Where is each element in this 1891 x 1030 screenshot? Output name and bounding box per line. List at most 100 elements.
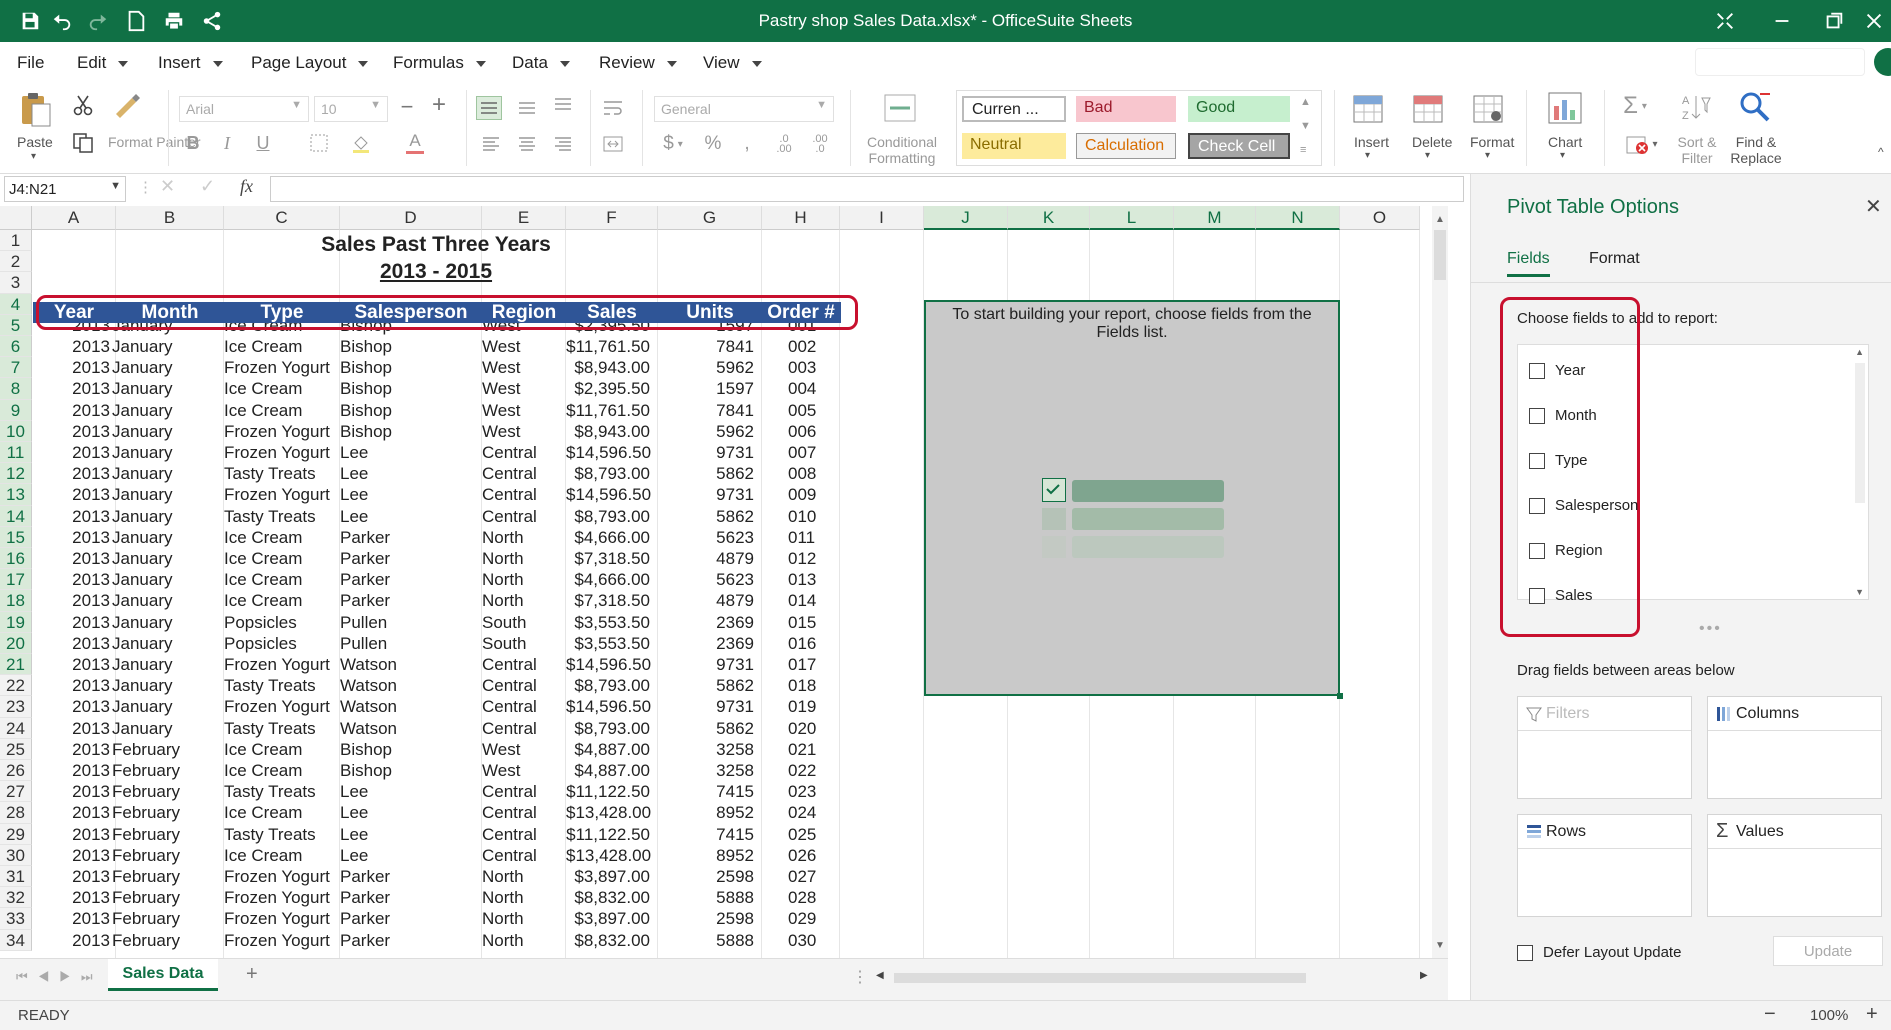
column-header-b[interactable]: B bbox=[116, 206, 224, 230]
column-header-f[interactable]: F bbox=[566, 206, 658, 230]
format-cells-icon[interactable] bbox=[1472, 92, 1504, 124]
row-header-12[interactable]: 12 bbox=[0, 463, 32, 485]
column-header-d[interactable]: D bbox=[340, 206, 482, 230]
vertical-scrollbar[interactable]: ▲ ▼ bbox=[1432, 206, 1448, 958]
zoom-level[interactable]: 100% bbox=[1810, 1007, 1848, 1024]
delete-cells-icon[interactable] bbox=[1412, 92, 1444, 124]
fullscreen-icon[interactable] bbox=[1713, 9, 1737, 33]
function-icon[interactable]: fx bbox=[240, 176, 253, 197]
currency-icon[interactable]: $ ▾ bbox=[658, 132, 688, 156]
column-header-i[interactable]: I bbox=[840, 206, 924, 230]
tab-format[interactable]: Format bbox=[1589, 250, 1640, 268]
font-size-select[interactable]: 10 ▼ bbox=[314, 96, 388, 122]
styles-expand-icon[interactable]: ≡ bbox=[1300, 142, 1306, 158]
autosum-icon[interactable]: Σ ▾ bbox=[1620, 92, 1650, 119]
menu-review[interactable]: Review bbox=[599, 53, 677, 73]
update-button[interactable]: Update bbox=[1773, 936, 1883, 966]
row-header-21[interactable]: 21 bbox=[0, 654, 32, 676]
hscrollbar-thumb[interactable] bbox=[894, 973, 1306, 983]
chart-dropdown-icon[interactable]: ▾ bbox=[1560, 148, 1565, 164]
account-avatar[interactable] bbox=[1874, 48, 1891, 76]
scroll-left-icon[interactable]: ◀ bbox=[876, 970, 884, 981]
field-checkbox-icon[interactable] bbox=[1529, 542, 1545, 559]
column-header-e[interactable]: E bbox=[482, 206, 566, 230]
field-type[interactable]: Type bbox=[1529, 452, 1588, 469]
tab-splitter-icon[interactable]: ⋮ bbox=[852, 967, 868, 987]
column-header-m[interactable]: M bbox=[1174, 206, 1256, 230]
field-checkbox-icon[interactable] bbox=[1529, 452, 1545, 469]
collapse-ribbon-icon[interactable]: ^ bbox=[1878, 144, 1884, 160]
zoom-in-icon[interactable]: + bbox=[1866, 1003, 1878, 1026]
row-header-5[interactable]: 5 bbox=[0, 314, 32, 336]
font-color-icon[interactable]: A bbox=[404, 130, 426, 154]
column-header-c[interactable]: C bbox=[224, 206, 340, 230]
tab-fields[interactable]: Fields bbox=[1507, 250, 1550, 277]
row-header-27[interactable]: 27 bbox=[0, 781, 32, 803]
styles-scroll-down-icon[interactable]: ▼ bbox=[1300, 118, 1311, 134]
select-all-corner[interactable] bbox=[0, 206, 32, 230]
align-bottom-icon[interactable] bbox=[550, 92, 576, 116]
row-header-20[interactable]: 20 bbox=[0, 632, 32, 654]
copy-icon[interactable] bbox=[72, 132, 94, 154]
menu-formulas[interactable]: Formulas bbox=[393, 53, 486, 73]
scrollbar-thumb[interactable] bbox=[1434, 230, 1446, 280]
delete-cells-label[interactable]: Delete bbox=[1412, 134, 1452, 150]
font-name-select[interactable]: Arial ▼ bbox=[179, 96, 309, 122]
style-good[interactable]: Good bbox=[1188, 96, 1290, 122]
column-header-o[interactable]: O bbox=[1340, 206, 1420, 230]
column-header-l[interactable]: L bbox=[1090, 206, 1174, 230]
style-neutral[interactable]: Neutral bbox=[962, 133, 1066, 159]
align-center-icon[interactable] bbox=[514, 132, 540, 156]
row-header-29[interactable]: 29 bbox=[0, 823, 32, 845]
row-header-26[interactable]: 26 bbox=[0, 760, 32, 782]
name-box[interactable]: J4:N21 ▼ bbox=[4, 176, 126, 202]
field-salesperson[interactable]: Salesperson bbox=[1529, 497, 1638, 514]
style-calculation[interactable]: Calculation bbox=[1076, 133, 1176, 159]
values-area[interactable]: Values Σ bbox=[1707, 814, 1882, 917]
minimize-icon[interactable] bbox=[1770, 9, 1794, 33]
close-panel-icon[interactable]: ✕ bbox=[1865, 194, 1882, 219]
field-checkbox-icon[interactable] bbox=[1529, 407, 1545, 424]
chart-icon[interactable] bbox=[1548, 92, 1582, 124]
column-header-g[interactable]: G bbox=[658, 206, 762, 230]
merge-cells-icon[interactable] bbox=[600, 132, 626, 156]
defer-layout-checkbox[interactable]: Defer Layout Update bbox=[1517, 944, 1681, 961]
add-sheet-icon[interactable]: + bbox=[246, 963, 258, 986]
zoom-out-icon[interactable]: − bbox=[1764, 1003, 1776, 1026]
row-header-15[interactable]: 15 bbox=[0, 526, 32, 548]
row-header-31[interactable]: 31 bbox=[0, 866, 32, 888]
column-header-a[interactable]: A bbox=[32, 206, 116, 230]
row-header-14[interactable]: 14 bbox=[0, 505, 32, 527]
style-bad[interactable]: Bad bbox=[1076, 96, 1176, 122]
row-header-8[interactable]: 8 bbox=[0, 378, 32, 400]
row-header-6[interactable]: 6 bbox=[0, 336, 32, 358]
close-window-icon[interactable] bbox=[1862, 9, 1886, 33]
sheet-tab-sales-data[interactable]: Sales Data bbox=[108, 959, 218, 991]
insert-cells-icon[interactable] bbox=[1352, 92, 1384, 124]
row-header-23[interactable]: 23 bbox=[0, 696, 32, 718]
delete-dropdown-icon[interactable]: ▾ bbox=[1425, 148, 1430, 164]
percent-icon[interactable]: % bbox=[702, 132, 724, 156]
field-checkbox-icon[interactable] bbox=[1529, 587, 1545, 604]
row-header-25[interactable]: 25 bbox=[0, 738, 32, 760]
align-middle-icon[interactable] bbox=[514, 96, 540, 120]
column-header-h[interactable]: H bbox=[762, 206, 840, 230]
confirm-entry-icon[interactable]: ✓ bbox=[200, 176, 215, 197]
row-header-7[interactable]: 7 bbox=[0, 357, 32, 379]
menu-insert[interactable]: Insert bbox=[158, 53, 223, 73]
menu-file[interactable]: File bbox=[17, 53, 44, 73]
menu-view[interactable]: View bbox=[703, 53, 762, 73]
decrease-decimal-icon[interactable]: .00.0 bbox=[808, 132, 832, 156]
increase-font-icon[interactable]: + bbox=[428, 91, 450, 118]
find-replace-label[interactable]: Find & Replace bbox=[1730, 134, 1782, 166]
field-sales[interactable]: Sales bbox=[1529, 587, 1593, 604]
row-header-3[interactable]: 3 bbox=[0, 272, 32, 294]
field-checkbox-icon[interactable] bbox=[1529, 362, 1545, 379]
row-header-17[interactable]: 17 bbox=[0, 569, 32, 591]
column-header-n[interactable]: N bbox=[1256, 206, 1340, 230]
columns-area[interactable]: Columns bbox=[1707, 696, 1882, 799]
defer-checkbox-icon[interactable] bbox=[1517, 944, 1533, 961]
fill-handle[interactable] bbox=[1337, 693, 1343, 699]
filters-area[interactable]: Filters bbox=[1517, 696, 1692, 799]
menu-page-layout[interactable]: Page Layout bbox=[251, 53, 369, 73]
